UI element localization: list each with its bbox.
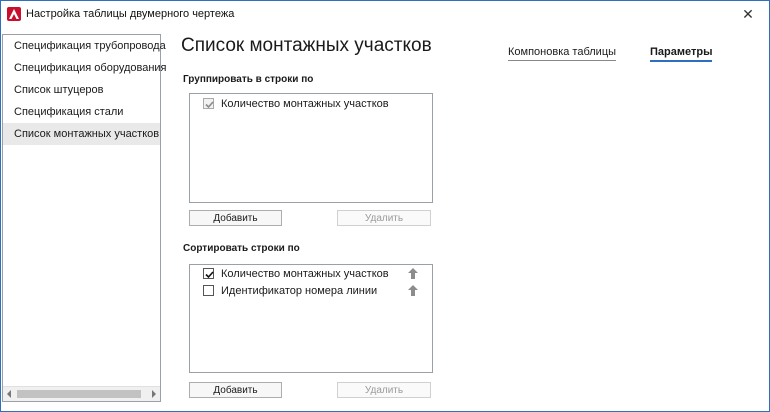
sidebar-item-label: Спецификация оборудования (14, 62, 167, 74)
horizontal-scrollbar[interactable] (3, 386, 160, 401)
sidebar: Спецификация трубопровода Спецификация о… (2, 34, 167, 402)
settings-dialog: Настройка таблицы двумерного чертежа ✕ С… (0, 0, 770, 412)
sidebar-item-steel-spec[interactable]: Спецификация стали (3, 101, 160, 123)
tab-parameters[interactable]: Параметры (650, 46, 713, 62)
sidebar-item-piping-spec[interactable]: Спецификация трубопровода (3, 35, 166, 57)
sidebar-item-spool-list[interactable]: Список монтажных участков (3, 123, 160, 145)
sort-rows-label: Сортировать строки по (183, 243, 300, 254)
close-button[interactable]: ✕ (739, 5, 757, 23)
scroll-right-icon[interactable] (152, 390, 156, 398)
sidebar-item-label: Спецификация трубопровода (14, 40, 166, 52)
sort-remove-button[interactable]: Удалить (337, 382, 431, 398)
sidebar-item-label: Спецификация стали (14, 106, 124, 118)
group-fields-list[interactable]: Количество монтажных участков (189, 93, 433, 203)
sort-add-button[interactable]: Добавить (189, 382, 282, 398)
scrollbar-thumb[interactable] (17, 390, 141, 398)
group-add-button[interactable]: Добавить (189, 210, 282, 226)
list-item[interactable]: Идентификатор номера линии (203, 284, 428, 298)
list-item-label: Идентификатор номера линии (221, 285, 378, 297)
arrow-up-icon[interactable] (408, 285, 418, 300)
group-rows-label: Группировать в строки по (183, 74, 314, 85)
sidebar-item-nozzle-list[interactable]: Список штуцеров (3, 79, 160, 101)
sidebar-item-label: Список штуцеров (14, 84, 104, 96)
page-title: Список монтажных участков (181, 35, 432, 56)
list-item-label: Количество монтажных участков (221, 98, 389, 110)
title-bar: Настройка таблицы двумерного чертежа ✕ (1, 1, 769, 28)
list-item-label: Количество монтажных участков (221, 268, 389, 280)
sort-checkbox[interactable] (203, 268, 214, 279)
tab-table-layout[interactable]: Компоновка таблицы (508, 46, 617, 61)
sort-fields-list[interactable]: Количество монтажных участков Идентифика… (189, 264, 433, 373)
sort-checkbox[interactable] (203, 285, 214, 296)
window-title: Настройка таблицы двумерного чертежа (26, 8, 235, 20)
scroll-left-icon[interactable] (7, 390, 11, 398)
arrow-up-icon[interactable] (408, 268, 418, 283)
sidebar-item-label: Список монтажных участков (14, 128, 160, 140)
autocad-a-icon (7, 7, 21, 21)
list-item[interactable]: Количество монтажных участков (203, 267, 428, 281)
group-remove-button[interactable]: Удалить (337, 210, 431, 226)
group-checkbox[interactable] (203, 98, 214, 109)
sidebar-item-equipment-spec[interactable]: Спецификация оборудования (3, 57, 167, 79)
